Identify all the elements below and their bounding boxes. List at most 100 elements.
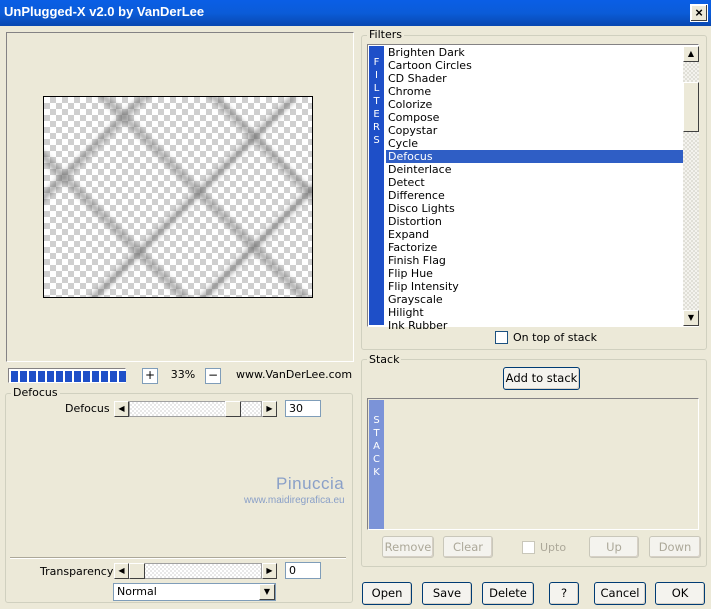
zoom-in-button[interactable]: + [142, 368, 158, 384]
filter-item[interactable]: Disco Lights [386, 202, 683, 215]
upto-label: Upto [540, 541, 567, 554]
parameters-group-label: Defocus [11, 386, 60, 399]
blend-mode-select[interactable]: Normal ▼ [113, 583, 276, 601]
window-title: UnPlugged-X v2.0 by VanDerLee [4, 4, 205, 19]
stack-side-banner: STACK [369, 400, 384, 529]
scroll-down-button[interactable]: ▼ [683, 310, 699, 326]
on-top-of-stack-checkbox[interactable] [495, 331, 508, 344]
transparency-decrease-button[interactable]: ◀ [114, 563, 129, 579]
defocus-increase-button[interactable]: ▶ [262, 401, 277, 417]
transparency-increase-button[interactable]: ▶ [262, 563, 277, 579]
progress-block [20, 371, 27, 382]
zoom-level: 33% [170, 368, 196, 381]
defocus-slider-track[interactable] [129, 401, 262, 417]
filter-item[interactable]: Distortion [386, 215, 683, 228]
side-letter: T [373, 428, 380, 439]
side-letter: K [373, 467, 380, 478]
progress-block [11, 371, 18, 382]
progress-block [38, 371, 45, 382]
side-letter: A [373, 441, 380, 452]
remove-button[interactable]: Remove [382, 536, 434, 558]
filter-item[interactable]: Brighten Dark [386, 46, 683, 59]
defocus-value-field[interactable]: 30 [285, 400, 321, 417]
zoom-out-button[interactable]: − [205, 368, 221, 384]
filter-item[interactable]: Cartoon Circles [386, 59, 683, 72]
defocus-decrease-button[interactable]: ◀ [114, 401, 129, 417]
close-button[interactable]: × [690, 4, 708, 22]
filter-item[interactable]: Expand [386, 228, 683, 241]
watermark-url: www.maidiregrafica.eu [244, 495, 345, 506]
divider [10, 557, 346, 559]
blend-mode-value: Normal [117, 585, 157, 598]
filter-item[interactable]: Deinterlace [386, 163, 683, 176]
transparency-slider-label: Transparency [40, 565, 114, 578]
progress-block [92, 371, 99, 382]
add-to-stack-button[interactable]: Add to stack [503, 367, 580, 390]
transparency-slider-track[interactable] [129, 563, 262, 579]
website-link[interactable]: www.VanDerLee.com [236, 368, 352, 381]
progress-block [47, 371, 54, 382]
defocus-slider-thumb[interactable] [224, 401, 241, 417]
filter-item[interactable]: Flip Hue [386, 267, 683, 280]
open-button[interactable]: Open [362, 582, 412, 605]
progress-block [83, 371, 90, 382]
progress-block [56, 371, 63, 382]
defocus-pattern [44, 97, 312, 297]
side-letter: S [373, 415, 380, 426]
upto-checkbox[interactable] [522, 541, 535, 554]
filter-item[interactable]: Defocus [386, 150, 683, 163]
filter-list[interactable]: FILTERS Brighten Dark Cartoon Circles CD S… [367, 44, 699, 332]
up-button[interactable]: Up [589, 536, 639, 558]
filter-item[interactable]: Factorize [386, 241, 683, 254]
progress-block [74, 371, 81, 382]
save-button[interactable]: Save [422, 582, 472, 605]
transparency-value-field[interactable]: 0 [285, 562, 321, 579]
progress-block [29, 371, 36, 382]
side-letter: R [373, 122, 380, 133]
filter-item[interactable]: Copystar [386, 124, 683, 137]
stack-list[interactable]: STACK [367, 398, 699, 530]
scroll-thumb[interactable] [683, 82, 699, 132]
render-progress-bar [8, 368, 126, 383]
filters-side-banner: FILTERS [369, 46, 384, 325]
progress-block [65, 371, 72, 382]
filter-item[interactable]: Cycle [386, 137, 683, 150]
filter-item[interactable]: Compose [386, 111, 683, 124]
side-letter: E [373, 109, 380, 120]
clear-button[interactable]: Clear [443, 536, 493, 558]
title-bar[interactable]: UnPlugged-X v2.0 by VanDerLee × [0, 0, 711, 26]
cancel-button[interactable]: Cancel [594, 582, 646, 605]
progress-block [119, 371, 126, 382]
filter-item[interactable]: Difference [386, 189, 683, 202]
filter-item[interactable]: Finish Flag [386, 254, 683, 267]
preview-image[interactable] [43, 96, 313, 298]
side-letter: I [375, 70, 378, 81]
down-button[interactable]: Down [649, 536, 701, 558]
progress-block [110, 371, 117, 382]
defocus-slider-label: Defocus [65, 402, 110, 415]
ok-button[interactable]: OK [655, 582, 705, 605]
chevron-down-icon[interactable]: ▼ [259, 584, 275, 600]
watermark-name: Pinuccia [276, 474, 345, 493]
side-letter: F [373, 57, 380, 68]
side-letter: T [373, 96, 380, 107]
filter-item[interactable]: Detect [386, 176, 683, 189]
filter-item[interactable]: CD Shader [386, 72, 683, 85]
filter-item[interactable]: Flip Intensity [386, 280, 683, 293]
filter-list-scrollbar[interactable]: ▲ ▼ [683, 46, 699, 326]
filter-item[interactable]: Colorize [386, 98, 683, 111]
on-top-of-stack-label: On top of stack [513, 331, 597, 344]
progress-block [101, 371, 108, 382]
side-letter: S [373, 135, 380, 146]
stack-group-label: Stack [367, 353, 402, 366]
filters-group-label: Filters [367, 28, 404, 41]
transparency-slider-thumb[interactable] [129, 563, 145, 579]
help-button[interactable]: ? [549, 582, 579, 605]
filter-item[interactable]: Grayscale [386, 293, 683, 306]
delete-button[interactable]: Delete [482, 582, 534, 605]
side-letter: L [373, 83, 380, 94]
filter-item[interactable]: Chrome [386, 85, 683, 98]
filter-item[interactable]: Hilight [386, 306, 683, 319]
scroll-up-button[interactable]: ▲ [683, 46, 699, 62]
side-letter: C [373, 454, 380, 465]
